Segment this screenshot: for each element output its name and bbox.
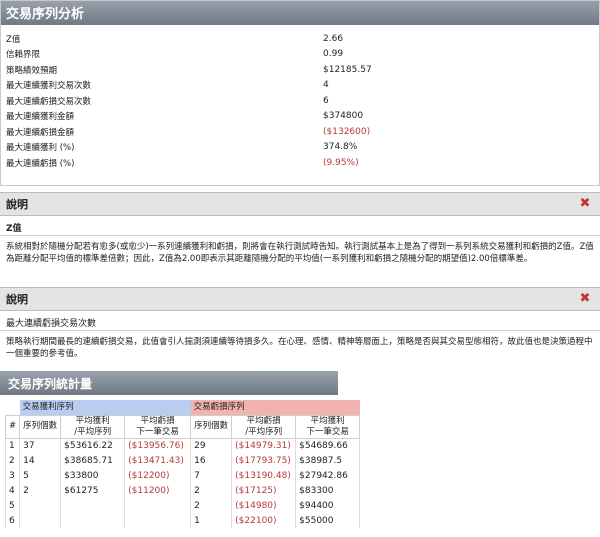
table-cell-lc: 29 xyxy=(190,438,233,453)
table-row: 3 5 $33800 ($12200) 7 ($13190.48) $27942.86 xyxy=(4,468,361,483)
table-cell-lnext: $38987.5 xyxy=(295,453,361,468)
table-cell-lnext: $55000 xyxy=(295,513,361,528)
table-cell-wnext: ($11200) xyxy=(124,483,192,498)
explain-panel-1-header: 說明 ✖ xyxy=(0,192,600,216)
table-cell-lc: 1 xyxy=(190,513,233,528)
explain-panel-2-title: 說明 xyxy=(6,293,28,306)
analysis-panel-border xyxy=(0,0,600,186)
close-icon[interactable]: ✖ xyxy=(578,197,592,211)
column-header: 平均虧損/平均序列 xyxy=(231,414,297,439)
column-header: 平均虧損 下一筆交易 xyxy=(124,414,192,439)
table-cell-wc: 37 xyxy=(19,438,62,453)
table-cell-lc: 2 xyxy=(190,483,233,498)
win-group-header: 交易獲利序列 xyxy=(19,400,191,415)
table-cell-lc: 7 xyxy=(190,468,233,483)
column-header: 序列個數 xyxy=(190,414,233,439)
table-cell-wnext: ($13956.76) xyxy=(124,438,192,453)
table-cell-wavg: $33800 xyxy=(60,468,126,483)
table-row: 5 2 ($14980) $94400 xyxy=(4,498,361,513)
sequence-stats-title: 交易序列統計量 xyxy=(0,371,338,395)
table-cell-lc: 2 xyxy=(190,498,233,513)
table-cell-lnext: $83300 xyxy=(295,483,361,498)
table-cell-lavg: ($13190.48) xyxy=(231,468,297,483)
table-row: 1 37 $53616.22 ($13956.76) 29 ($14979.31) $546… xyxy=(4,438,361,453)
table-cell-n: 3 xyxy=(4,468,21,483)
table-cell-lnext: $27942.86 xyxy=(295,468,361,483)
table-cell-wavg xyxy=(60,498,126,513)
explain-2-text: 策略執行期間最長的連續虧損交易，此值會引人揣測須連續等待損多久。在心理、感情、精… xyxy=(6,337,593,359)
table-cell-lavg: ($17793.75) xyxy=(231,453,297,468)
table-cell-wc: 14 xyxy=(19,453,62,468)
table-cell-wnext xyxy=(124,498,192,513)
column-header: 平均獲利/平均序列 xyxy=(60,414,126,439)
divider xyxy=(0,330,600,331)
divider xyxy=(0,235,600,236)
table-cell-lnext: $54689.66 xyxy=(295,438,361,453)
table-cell-lnext: $94400 xyxy=(295,498,361,513)
table-cell-lavg: ($14979.31) xyxy=(231,438,297,453)
table-cell-n: 2 xyxy=(4,453,21,468)
table-cell-wavg: $61275 xyxy=(60,483,126,498)
sequence-stats-table: 交易獲利序列 交易虧損序列 # 序列個數 平均獲利/平均序列 平均虧損 下一筆交易 序列個… xyxy=(4,400,361,528)
table-cell-wnext xyxy=(124,513,192,528)
table-cell-wc xyxy=(19,513,62,528)
table-cell-wnext: ($13471.43) xyxy=(124,453,192,468)
table-row: 4 2 $61275 ($11200) 2 ($17125) $83300 xyxy=(4,483,361,498)
explain-panel-2-header: 說明 ✖ xyxy=(0,287,600,311)
explain-2-term: 最大連續虧損交易次數 xyxy=(6,319,97,329)
table-cell-lc: 16 xyxy=(190,453,233,468)
column-header: 序列個數 xyxy=(19,414,62,439)
table-cell-lavg: ($14980) xyxy=(231,498,297,513)
column-header: 平均獲利 下一筆交易 xyxy=(295,414,361,439)
table-cell-wavg xyxy=(60,513,126,528)
table-cell-wc: 5 xyxy=(19,468,62,483)
table-cell-lavg: ($22100) xyxy=(231,513,297,528)
explain-1-term: Z值 xyxy=(6,224,22,234)
explain-1-text: 系統相對於隨機分配若有愈多(或愈少)一系列連續獲利和虧損，則將會在執行測試時告知… xyxy=(6,242,594,264)
table-cell-n: 5 xyxy=(4,498,21,513)
table-cell-n: 6 xyxy=(4,513,21,528)
close-icon[interactable]: ✖ xyxy=(578,292,592,306)
table-cell-n: 4 xyxy=(4,483,21,498)
table-cell-wc xyxy=(19,498,62,513)
explain-panel-1-title: 說明 xyxy=(6,198,28,211)
table-row: 2 14 $38685.71 ($13471.43) 16 ($17793.75) $389… xyxy=(4,453,361,468)
table-row: 6 1 ($22100) $55000 xyxy=(4,513,361,528)
table-cell-lavg: ($17125) xyxy=(231,483,297,498)
table-header-row: # 序列個數 平均獲利/平均序列 平均虧損 下一筆交易 序列個數 平均虧損/平均序列 平均獲利… xyxy=(4,414,361,439)
column-header: # xyxy=(4,414,21,439)
loss-group-header: 交易虧損序列 xyxy=(190,400,360,415)
table-cell-wavg: $53616.22 xyxy=(60,438,126,453)
table-cell-n: 1 xyxy=(4,438,21,453)
table-cell-wavg: $38685.71 xyxy=(60,453,126,468)
table-cell-wnext: ($12200) xyxy=(124,468,192,483)
table-cell-wc: 2 xyxy=(19,483,62,498)
